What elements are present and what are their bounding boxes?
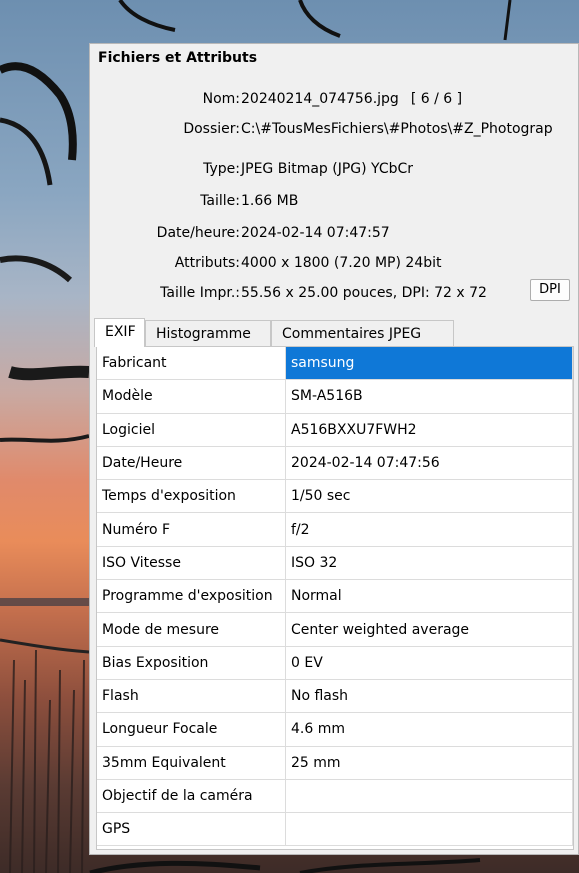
exif-key: ISO Vitesse — [97, 546, 286, 581]
exif-value: ISO 32 — [285, 546, 573, 581]
table-row[interactable]: Programme d'exposition Normal — [97, 579, 573, 614]
exif-table: Fabricant samsung Modèle SM-A516B Logiciel… — [97, 347, 573, 847]
table-row[interactable]: Date/Heure 2024-02-14 07:47:56 — [97, 446, 573, 481]
info-value-taille: 1.66 MB — [241, 193, 299, 209]
exif-value: Normal — [285, 579, 573, 614]
exif-key: Fabricant — [97, 347, 286, 381]
exif-value: f/2 — [285, 512, 573, 547]
table-row[interactable]: Mode de mesure Center weighted average — [97, 612, 573, 647]
tab-bar: EXIF Histogramme Commentaires JPEG — [94, 318, 578, 347]
table-row[interactable]: Modèle SM-A516B — [97, 379, 573, 414]
table-row[interactable]: Bias Exposition 0 EV — [97, 646, 573, 680]
info-label-taille: Taille: — [200, 193, 240, 209]
exif-key: Longueur Focale — [97, 712, 286, 747]
table-row[interactable]: Flash No flash — [97, 679, 573, 714]
table-row[interactable]: Temps d'exposition 1/50 sec — [97, 479, 573, 514]
tab-exif[interactable]: EXIF — [94, 318, 145, 347]
info-value-taille-impr: 55.56 x 25.00 pouces, DPI: 72 x 72 — [241, 285, 487, 301]
exif-key: GPS — [97, 812, 286, 847]
exif-value: No flash — [285, 679, 573, 714]
info-label-taille-impr: Taille Impr.: — [160, 285, 240, 301]
info-value-type: JPEG Bitmap (JPG) YCbCr — [241, 161, 414, 177]
info-label-nom: Nom: — [202, 91, 240, 107]
exif-key: Bias Exposition — [97, 646, 286, 680]
table-row[interactable]: GPS — [97, 812, 573, 847]
exif-value: A516BXXU7FWH2 — [285, 413, 573, 447]
info-label-type: Type: — [203, 161, 240, 177]
info-value-attributs: 4000 x 1800 (7.20 MP) 24bit — [241, 255, 442, 271]
info-row-nom: Nom: 20240214_074756.jpg [ 6 / 6 ] — [90, 87, 578, 111]
dpi-button[interactable]: DPI — [530, 279, 570, 301]
info-row-date: Date/heure: 2024-02-14 07:47:57 — [90, 221, 578, 245]
exif-value: 0 EV — [285, 646, 573, 680]
exif-key: Numéro F — [97, 512, 286, 547]
info-row-attributs: Attributs: 4000 x 1800 (7.20 MP) 24bit — [90, 251, 578, 275]
exif-value: samsung — [285, 347, 573, 381]
exif-table-container: Fabricant samsung Modèle SM-A516B Logiciel… — [96, 346, 574, 850]
info-label-date: Date/heure: — [156, 225, 240, 241]
file-attributes-panel: Fichiers et Attributs Nom: 20240214_0747… — [89, 43, 579, 855]
info-row-type: Type: JPEG Bitmap (JPG) YCbCr — [90, 157, 578, 181]
info-row-dossier: Dossier: C:\#TousMesFichiers\#Photos\#Z_… — [90, 117, 578, 141]
exif-value: 25 mm — [285, 746, 573, 780]
exif-key: Date/Heure — [97, 446, 286, 481]
table-row[interactable]: Fabricant samsung — [97, 347, 573, 381]
exif-key: Modèle — [97, 379, 286, 414]
exif-key: Flash — [97, 679, 286, 714]
table-row[interactable]: Logiciel A516BXXU7FWH2 — [97, 413, 573, 447]
info-row-taille-impr: Taille Impr.: 55.56 x 25.00 pouces, DPI:… — [90, 279, 578, 305]
table-row[interactable]: Objectif de la caméra — [97, 779, 573, 814]
tab-commentaires-jpeg[interactable]: Commentaires JPEG — [271, 320, 454, 346]
info-label-attributs: Attributs: — [174, 255, 240, 271]
exif-value: 4.6 mm — [285, 712, 573, 747]
panel-title: Fichiers et Attributs — [98, 50, 258, 66]
exif-value — [285, 812, 573, 847]
exif-key: 35mm Equivalent — [97, 746, 286, 780]
exif-value: 2024-02-14 07:47:56 — [285, 446, 573, 481]
exif-key: Objectif de la caméra — [97, 779, 286, 814]
table-row[interactable]: ISO Vitesse ISO 32 — [97, 546, 573, 581]
exif-value: Center weighted average — [285, 612, 573, 647]
exif-value: 1/50 sec — [285, 479, 573, 514]
table-row[interactable]: Numéro Ff/2 — [97, 512, 573, 547]
info-value-date: 2024-02-14 07:47:57 — [241, 225, 390, 241]
file-counter: [ 6 / 6 ] — [410, 91, 463, 107]
exif-key: Programme d'exposition — [97, 579, 286, 614]
tab-histogramme[interactable]: Histogramme — [145, 320, 271, 346]
info-value-dossier: C:\#TousMesFichiers\#Photos\#Z_Photograp — [241, 121, 553, 137]
info-row-taille: Taille: 1.66 MB — [90, 189, 578, 213]
exif-key: Temps d'exposition — [97, 479, 286, 514]
file-name: 20240214_074756.jpg — [241, 91, 399, 107]
exif-value — [285, 779, 573, 814]
info-label-dossier: Dossier: — [183, 121, 240, 137]
exif-value: SM-A516B — [285, 379, 573, 414]
exif-key: Logiciel — [97, 413, 286, 447]
exif-key: Mode de mesure — [97, 612, 286, 647]
info-value-nom: 20240214_074756.jpg [ 6 / 6 ] — [241, 87, 462, 111]
table-row[interactable]: Longueur Focale 4.6 mm — [97, 712, 573, 747]
table-row[interactable]: 35mm Equivalent 25 mm — [97, 746, 573, 780]
